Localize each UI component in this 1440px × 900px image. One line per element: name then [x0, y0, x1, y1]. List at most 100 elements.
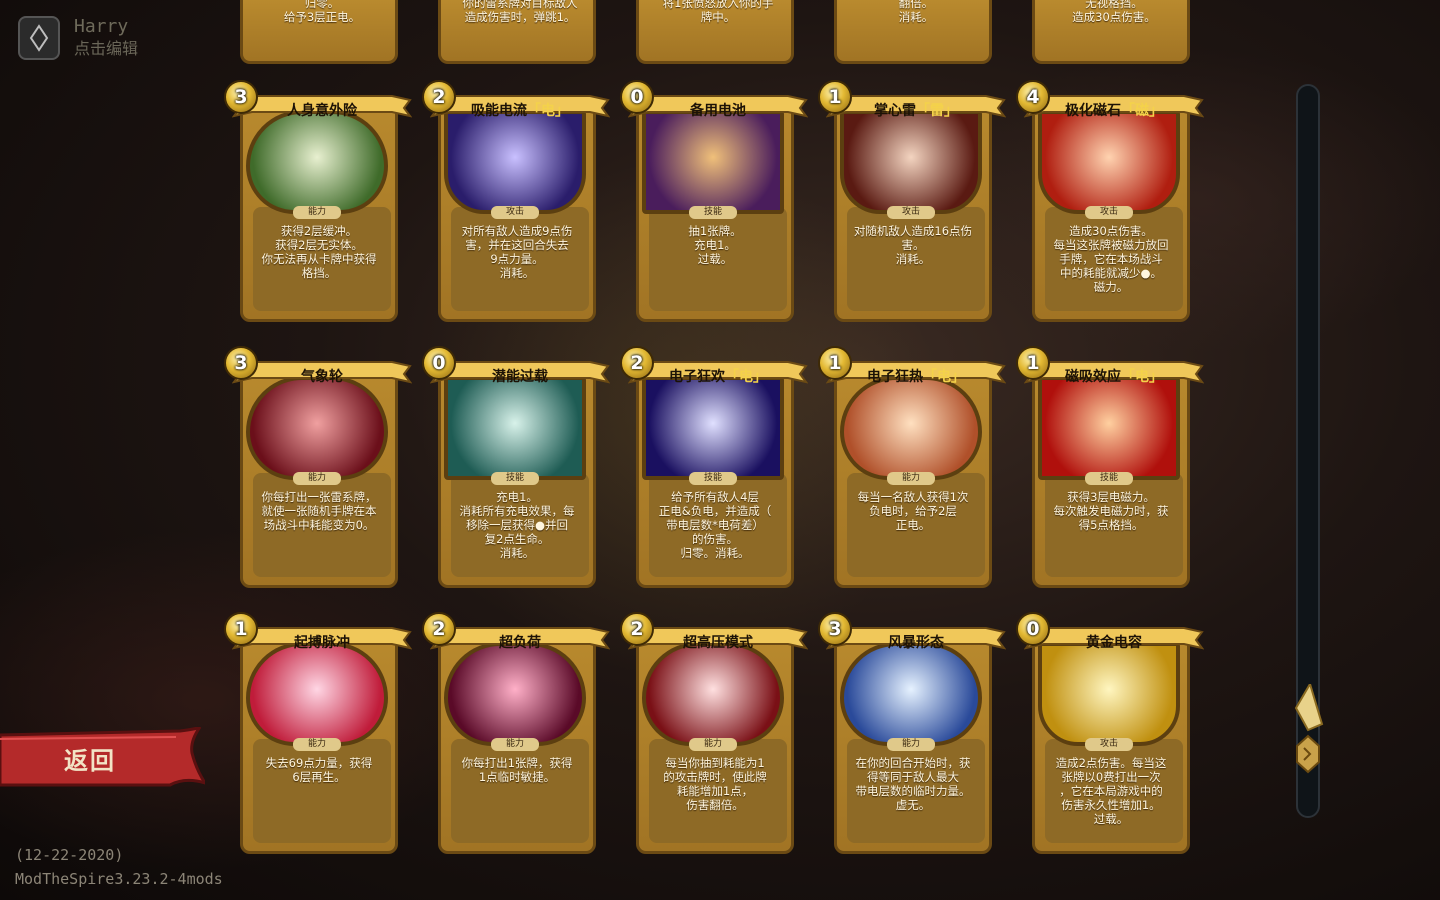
card-description: 在你的回合开始时，获 得等同于敌人最大 带电层数的临时力量。 虚无。	[855, 756, 971, 812]
card-name: 超负荷	[499, 635, 541, 651]
card-title-banner: 超高压模式	[628, 622, 808, 652]
card-type: 技能	[491, 472, 539, 485]
card[interactable]: 人身意外险 3 能力 获得2层缓冲。 获得2层无实体。 你无法再从卡牌中获得 格挡。	[224, 80, 412, 324]
scroll-thumb-icon[interactable]	[1292, 684, 1324, 732]
card-title: 超高压模式	[658, 632, 778, 652]
card-tag: 「磁」	[1121, 103, 1163, 119]
edit-profile-link[interactable]: 点击编辑	[74, 38, 138, 60]
return-label: 返回	[64, 747, 116, 775]
energy-cost-icon: 4	[1016, 80, 1050, 114]
card[interactable]: 风暴形态 3 能力在你的回合开始时，获 得等同于敌人最大 带电层数的临时力量。 虚无…	[818, 612, 1006, 856]
card-description: 你每打出一张雷系牌， 就使一张随机手牌在本 场战斗中耗能变为0。	[261, 490, 377, 532]
card-title: 吸能电流「电」	[460, 100, 580, 120]
card-title: 备用电池	[658, 100, 778, 120]
card-description: 抽1张牌。 充电1。 过载。	[688, 224, 742, 266]
card-description: 给予所有敌人4层 正电&负电，并造成（ 带电层数*电荷差） 的伤害。 归零。消耗…	[658, 490, 772, 560]
card[interactable]: 起搏脉冲 1 能力 失去69点力量，获得 6层再生。	[224, 612, 412, 856]
card-description: 造成30点伤害。 每当这张牌被磁力放回 手牌，它在本场战斗 中的耗能就减少●。 …	[1053, 224, 1169, 294]
partial-card[interactable]: 归零。 给予3层正电。	[240, 0, 398, 64]
card-art-attack	[1038, 642, 1180, 746]
card[interactable]: 极化磁石「磁」 4 攻击造成30点伤害。 每当这张牌被磁力放回 手牌，它在本场战斗 …	[1016, 80, 1204, 324]
card-title: 掌心雷「雷」	[856, 100, 976, 120]
card-art-skill	[444, 376, 586, 480]
card[interactable]: 掌心雷「雷」 1 攻击 对随机敌人造成16点伤 害。 消耗。	[818, 80, 1006, 324]
card[interactable]: 电子狂欢「电」 2 技能 给予所有敌人4层 正电&负电，并造成（ 带电层数*电荷差） …	[620, 346, 808, 590]
card-name: 磁吸效应	[1065, 369, 1121, 385]
energy-cost-icon: 3	[818, 612, 852, 646]
scroll-end-icon	[1296, 734, 1320, 774]
card-type: 能力	[887, 738, 935, 751]
card-art-power	[444, 642, 586, 746]
card-title-banner: 备用电池	[628, 90, 808, 120]
card[interactable]: 潜能过载 0 技能充电1。 消耗所有充电效果，每 移除一层获得●并回 复2点生命。 …	[422, 346, 610, 590]
card-type: 能力	[293, 206, 341, 219]
card-name: 起搏脉冲	[294, 635, 350, 651]
card[interactable]: 吸能电流「电」 2 攻击 对所有敌人造成9点伤 害，并在这回合失去 9点力量。 消耗。	[422, 80, 610, 324]
card-tag: 「电」	[1121, 369, 1163, 385]
card-description: 对随机敌人造成16点伤 害。 消耗。	[853, 224, 973, 266]
card-text-panel	[451, 739, 589, 843]
card-name: 超高压模式	[683, 635, 753, 651]
card-title-banner: 潜能过载	[430, 356, 610, 386]
card[interactable]: 磁吸效应「电」 1 技能 获得3层电磁力。 每次触发电磁力时，获 得5点格挡。	[1016, 346, 1204, 590]
energy-cost-icon: 2	[620, 612, 654, 646]
card-tag: 「电」	[923, 369, 965, 385]
energy-cost-icon: 1	[224, 612, 258, 646]
energy-cost-icon: 2	[422, 612, 456, 646]
card-type: 能力	[491, 738, 539, 751]
scrollbar[interactable]	[1292, 84, 1324, 818]
card-title: 潜能过载	[460, 366, 580, 386]
card[interactable]: 超高压模式 2 能力 每当你抽到耗能为1 的攻击牌时，使此牌 耗能增加1点， 伤害翻倍…	[620, 612, 808, 856]
card-title: 气象轮	[262, 366, 382, 386]
partial-card-desc: 你的雷系牌对目标敌人 造成伤害时，弹跳1。	[462, 0, 578, 24]
card-tag: 「电」	[527, 103, 569, 119]
card-type: 攻击	[887, 206, 935, 219]
card-name: 潜能过载	[492, 369, 548, 385]
card-title-banner: 电子狂热「电」	[826, 356, 1006, 386]
card-type: 攻击	[1085, 738, 1133, 751]
card-title-banner: 风暴形态	[826, 622, 1006, 652]
card-title: 电子狂欢「电」	[658, 366, 778, 386]
energy-cost-icon: 3	[224, 346, 258, 380]
card-name: 掌心雷	[874, 103, 916, 119]
partial-card[interactable]: 将1张愤怒放入你的手 牌中。	[636, 0, 794, 64]
card-title: 超负荷	[460, 632, 580, 652]
energy-cost-icon: 3	[224, 80, 258, 114]
card-type: 攻击	[491, 206, 539, 219]
player-profile[interactable]: Harry 点击编辑	[18, 16, 138, 60]
card-title-banner: 极化磁石「磁」	[1024, 90, 1204, 120]
card-description: 每当一名敌人获得1次 负电时，给予2层 正电。	[857, 490, 969, 532]
card-art-power	[246, 110, 388, 214]
card-name: 电子狂热	[867, 369, 923, 385]
card-type: 能力	[293, 472, 341, 485]
card[interactable]: 备用电池 0 技能 抽1张牌。 充电1。 过载。	[620, 80, 808, 324]
partial-card[interactable]: 翻倍。 消耗。	[834, 0, 992, 64]
card-title: 风暴形态	[856, 632, 976, 652]
card-art-attack	[840, 110, 982, 214]
card-tag: 「雷」	[916, 103, 958, 119]
return-button[interactable]: 返回	[0, 727, 205, 789]
partial-card-desc: 归零。 给予3层正电。	[283, 0, 361, 24]
card-title: 黄金电容	[1054, 632, 1174, 652]
energy-cost-icon: 0	[422, 346, 456, 380]
card[interactable]: 黄金电容 0 攻击 造成2点伤害。每当这 张牌以0费打出一次 ，它在本局游戏中的 伤害…	[1016, 612, 1204, 856]
card-type: 攻击	[1085, 206, 1133, 219]
card-type: 能力	[887, 472, 935, 485]
card[interactable]: 电子狂热「电」 1 能力 每当一名敌人获得1次 负电时，给予2层 正电。	[818, 346, 1006, 590]
partial-card[interactable]: 无视格挡。 造成30点伤害。	[1032, 0, 1190, 64]
card-art-power	[840, 376, 982, 480]
card-description: 充电1。 消耗所有充电效果，每 移除一层获得●并回 复2点生命。 消耗。	[459, 490, 575, 560]
card-description: 每当你抽到耗能为1 的攻击牌时，使此牌 耗能增加1点， 伤害翻倍。	[663, 756, 767, 812]
card[interactable]: 超负荷 2 能力 你每打出1张牌，获得 1点临时敏捷。	[422, 612, 610, 856]
card-art-skill	[642, 110, 784, 214]
card-name: 电子狂欢	[669, 369, 725, 385]
card-type: 技能	[1085, 472, 1133, 485]
energy-cost-icon: 2	[422, 80, 456, 114]
partial-card[interactable]: 你的雷系牌对目标敌人 造成伤害时，弹跳1。	[438, 0, 596, 64]
player-name: Harry	[74, 16, 129, 37]
energy-cost-icon: 2	[620, 346, 654, 380]
energy-cost-icon: 0	[620, 80, 654, 114]
card[interactable]: 气象轮 3 能力你每打出一张雷系牌， 就使一张随机手牌在本 场战斗中耗能变为0。	[224, 346, 412, 590]
mod-version: ModTheSpire3.23.2-4mods	[15, 870, 223, 888]
card-title-banner: 吸能电流「电」	[430, 90, 610, 120]
